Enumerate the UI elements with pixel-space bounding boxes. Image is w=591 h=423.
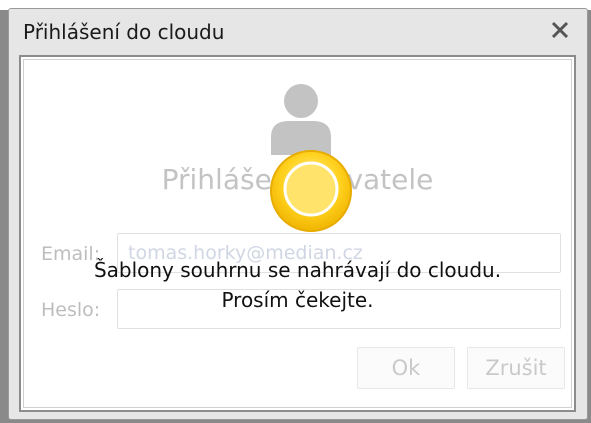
user-icon xyxy=(271,84,331,155)
loading-spinner-icon xyxy=(270,150,352,232)
upload-message-line2: Prosím čekejte. xyxy=(221,288,374,312)
cancel-button[interactable]: Zrušit xyxy=(467,347,565,389)
close-icon[interactable] xyxy=(549,19,571,41)
ok-button[interactable]: Ok xyxy=(357,347,455,389)
cloud-login-dialog: Přihlášení do cloudu Přihlášení uživatel… xyxy=(8,8,588,420)
title-bar: Přihlášení do cloudu xyxy=(9,9,587,53)
upload-message-line1: Šablony souhrnu se nahrávají do cloudu. xyxy=(93,258,502,282)
upload-message: Šablony souhrnu se nahrávají do cloudu. … xyxy=(21,255,574,315)
dialog-title: Přihlášení do cloudu xyxy=(23,20,225,44)
login-panel: Přihlášení uživatele Email: tomas.horky@… xyxy=(19,55,576,412)
